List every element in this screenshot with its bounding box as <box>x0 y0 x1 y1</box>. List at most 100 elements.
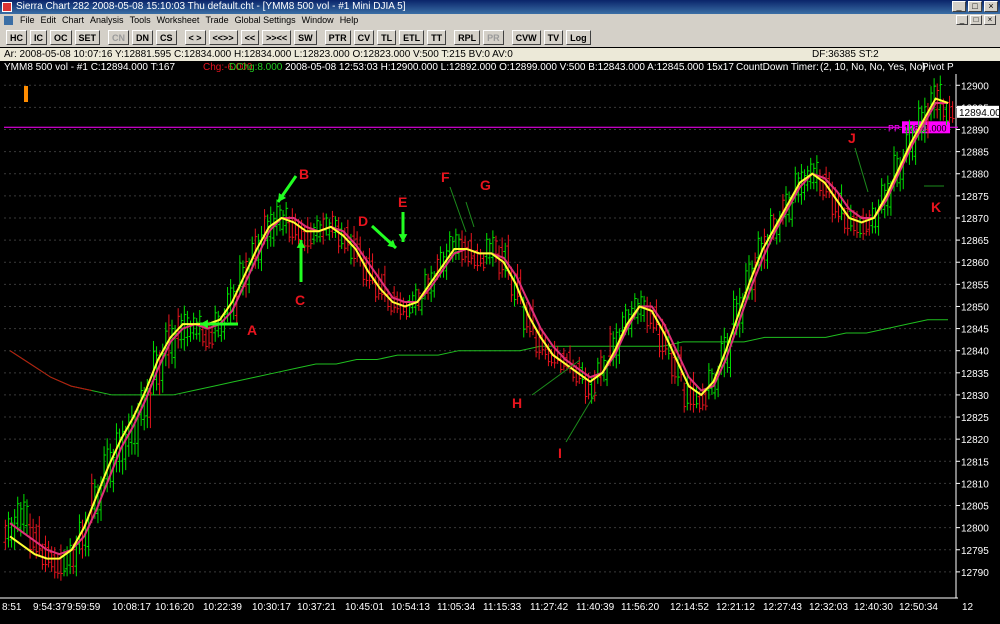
toolbar-button-cvw-19[interactable]: CVW <box>511 29 541 45</box>
time-axis-label: 11:05:34 <box>437 602 476 613</box>
menu-analysis[interactable]: Analysis <box>87 14 127 27</box>
data-feed-status: DF:36385 ST:2 <box>812 49 879 60</box>
cursor-info-bar: Ar: 2008-05-08 10:07:16 Y:12881.595 C:12… <box>0 48 1000 61</box>
toolbar-button-sw-11[interactable]: SW <box>294 29 317 45</box>
toolbar-button-tl-14[interactable]: TL <box>377 29 397 45</box>
price-tick-label: 12810 <box>961 479 989 490</box>
toolbar-button-cn-4[interactable]: CN <box>108 29 130 45</box>
annotation-label-g: G <box>480 177 491 193</box>
close-button[interactable]: × <box>984 1 998 12</box>
time-axis-label: 12:27:43 <box>763 602 802 613</box>
toolbar-button-tt-16[interactable]: TT <box>427 29 447 45</box>
annotation-label-d: D <box>358 213 368 229</box>
toolbar-button-rpl-17[interactable]: RPL <box>454 29 481 45</box>
toolbar-button-etl-15[interactable]: ETL <box>399 29 425 45</box>
price-tick-label: 12795 <box>961 546 989 557</box>
mdi-minimize-button[interactable]: _ <box>956 15 968 25</box>
price-tick-label: 12850 <box>961 302 989 313</box>
tool-bar: HC IC OC SET CN DN CS < > <<>> << >><< SW PTR CV TL ETL… <box>0 27 1000 47</box>
long-ma-red-segment <box>9 350 92 391</box>
toolbar-button-ic-1[interactable]: IC <box>30 29 47 45</box>
pivot-pp-label: PP <box>888 123 900 133</box>
menu-chart[interactable]: Chart <box>59 14 87 27</box>
menu-trade[interactable]: Trade <box>202 14 231 27</box>
mdi-controls: _ □ × <box>956 15 996 25</box>
time-axis-label: 9:54:37 <box>33 602 67 613</box>
arrow-c-head <box>296 240 306 248</box>
menu-help[interactable]: Help <box>337 14 362 27</box>
annotation-label-e: E <box>398 194 407 210</box>
minimize-button[interactable]: _ <box>952 1 966 12</box>
time-axis-label: 12 <box>962 602 974 613</box>
time-axis-label: 11:56:20 <box>621 602 660 613</box>
cursor-values: Ar: 2008-05-08 10:07:16 Y:12881.595 C:12… <box>4 49 513 60</box>
price-tick-label: 12870 <box>961 214 989 225</box>
price-tick-label: 12890 <box>961 126 989 137</box>
time-axis-label: 9:59:59 <box>67 602 101 613</box>
menu-worksheet[interactable]: Worksheet <box>154 14 203 27</box>
toolbar-button-cs-6[interactable]: CS <box>156 29 177 45</box>
study-bar-info: 2008-05-08 12:53:03 H:12900.000 L:12892.… <box>285 62 734 73</box>
price-tick-label: 12805 <box>961 502 989 513</box>
countdown-timer: CountDown Timer: <box>736 62 819 73</box>
pointer-g <box>465 201 475 228</box>
price-tick-label: 12885 <box>961 148 989 159</box>
annotation-label-j: J <box>848 130 856 146</box>
sierra-chart-window: Sierra Chart 282 2008-05-08 15:10:03 Thu… <box>0 0 1000 624</box>
study-daily-change: DChg:8.000 <box>229 62 283 73</box>
menu-file[interactable]: File <box>17 14 38 27</box>
mdi-restore-button[interactable]: □ <box>970 15 982 25</box>
time-axis-label: 11:15:33 <box>483 602 522 613</box>
time-axis-label: 10:22:39 <box>203 602 242 613</box>
study-params: (2, 10, No, No, Yes, No) <box>820 62 926 73</box>
toolbar-button-log-21[interactable]: Log <box>566 29 591 45</box>
maximize-button[interactable]: □ <box>968 1 982 12</box>
price-tick-label: 12840 <box>961 347 989 358</box>
price-tick-label: 12830 <box>961 391 989 402</box>
toolbar-button--8[interactable]: <<>> <box>208 29 238 45</box>
pivot-study-label: Pivot P <box>922 62 954 73</box>
time-axis-label: 10:45:01 <box>345 602 384 613</box>
price-tick-label: 12880 <box>961 170 989 181</box>
price-chart[interactable]: 12790 12795 12800 12805 12810 12815 12820 12825… <box>0 62 1000 624</box>
toolbar-button-tv-20[interactable]: TV <box>543 29 564 45</box>
toolbar-button--9[interactable]: << <box>240 29 260 45</box>
menu-global-settings[interactable]: Global Settings <box>232 14 299 27</box>
mdi-close-button[interactable]: × <box>984 15 996 25</box>
pointer-f <box>449 186 467 233</box>
window-title: Sierra Chart 282 2008-05-08 15:10:03 Thu… <box>16 1 406 12</box>
chart-canvas[interactable]: 12790 12795 12800 12805 12810 12815 12820 12825… <box>0 62 1000 624</box>
price-tick-label: 12865 <box>961 236 989 247</box>
toolbar-button-pr-18[interactable]: PR <box>483 29 504 45</box>
menu-edit[interactable]: Edit <box>38 14 60 27</box>
time-axis-label: 10:08:17 <box>112 602 151 613</box>
time-axis-label: 11:27:42 <box>530 602 569 613</box>
annotation-label-k: K <box>931 199 941 215</box>
time-axis-label: 10:37:21 <box>297 602 336 613</box>
toolbar-button-cv-13[interactable]: CV <box>353 29 375 45</box>
app-icon <box>2 2 12 12</box>
toolbar-button-dn-5[interactable]: DN <box>132 29 154 45</box>
toolbar-button--7[interactable]: < > <box>184 29 206 45</box>
last-price-label: 12894.000 <box>959 108 1000 119</box>
annotation-label-h: H <box>512 395 522 411</box>
toolbar-button-ptr-12[interactable]: PTR <box>324 29 351 45</box>
menu-window[interactable]: Window <box>299 14 337 27</box>
toolbar-button-oc-2[interactable]: OC <box>50 29 72 45</box>
menu-tools[interactable]: Tools <box>127 14 154 27</box>
long-ma-green-line <box>9 319 948 396</box>
annotation-label-a: A <box>247 322 257 338</box>
time-axis-label: 10:30:17 <box>252 602 291 613</box>
orange-position-marker <box>24 86 28 102</box>
price-tick-label: 12820 <box>961 435 989 446</box>
study-symbol-info: YMM8 500 vol - #1 C:12894.000 T:167 <box>4 62 176 73</box>
title-bar: Sierra Chart 282 2008-05-08 15:10:03 Thu… <box>0 0 1000 14</box>
toolbar-button-hc-0[interactable]: HC <box>6 29 27 45</box>
toolbar-button--10[interactable]: >><< <box>262 29 292 45</box>
time-axis-label: 8:51 <box>2 602 22 613</box>
price-tick-label: 12815 <box>961 457 989 468</box>
time-axis-label: 12:40:30 <box>854 602 893 613</box>
price-tick-label: 12835 <box>961 369 989 380</box>
time-axis-label: 10:54:13 <box>391 602 430 613</box>
toolbar-button-set-3[interactable]: SET <box>74 29 101 45</box>
